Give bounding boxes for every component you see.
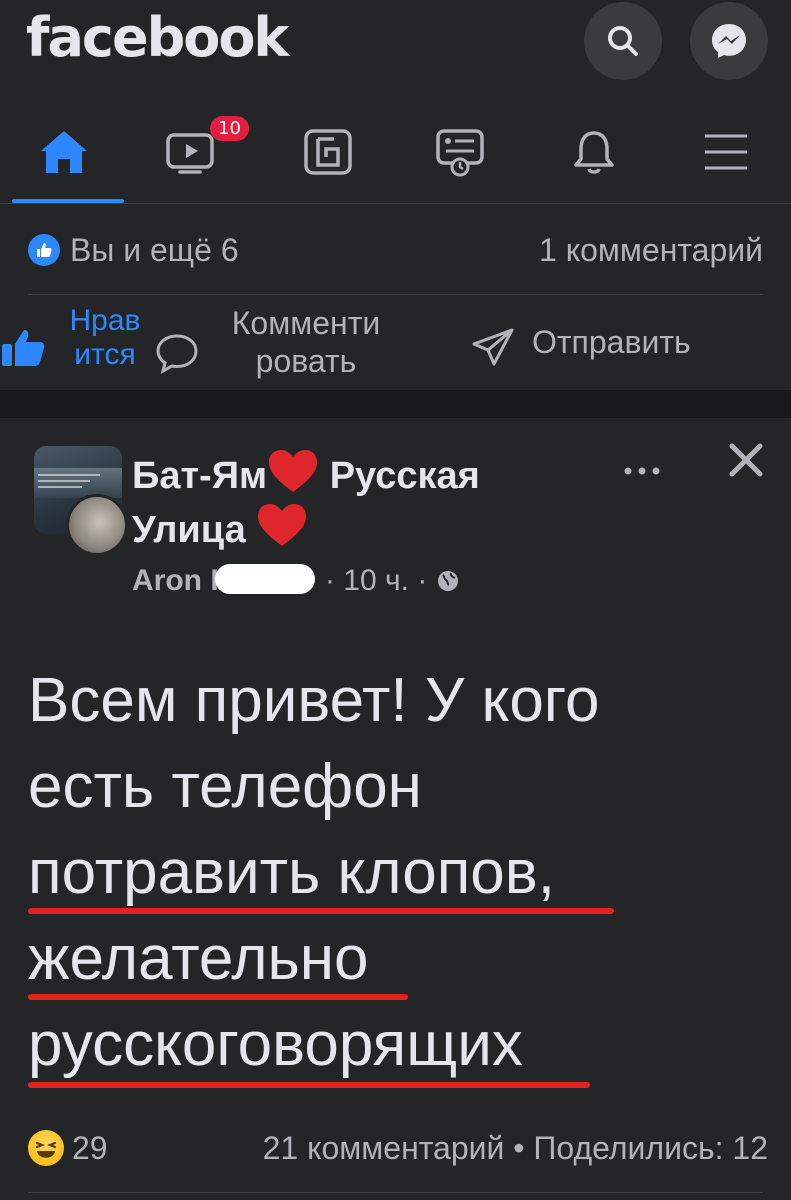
menu-icon (705, 134, 747, 169)
search-icon (608, 26, 638, 56)
post-body: Всем привет! У кого есть телефон потрави… (28, 658, 768, 1088)
share-label: Отправить (532, 324, 691, 360)
laughing-emoji-icon (28, 1130, 64, 1166)
more-dots-icon (624, 467, 660, 475)
divider (28, 1192, 763, 1193)
post-text-line: желательно (28, 916, 768, 1002)
close-icon (729, 443, 763, 477)
reaction-count[interactable]: 29 (72, 1130, 108, 1167)
post-text-line: русскоговорящих (28, 1002, 768, 1088)
search-button[interactable] (584, 2, 662, 80)
like-button[interactable]: Нрав ится (0, 304, 150, 388)
like-label: Нрав ится (69, 304, 141, 371)
send-icon (472, 328, 514, 366)
post-previous: Вы и ещё 6 1 комментарий Нрав ится Комме… (0, 204, 791, 390)
like-icon (2, 330, 45, 366)
tab-watch[interactable]: 10 (132, 100, 252, 203)
like-reaction-icon (28, 234, 60, 266)
tab-pages[interactable] (268, 100, 388, 203)
feed-separator (0, 390, 791, 418)
reaction-count-text[interactable]: Вы и ещё 6 (70, 232, 239, 269)
post-stats: 21 комментарий • Поделились: 12 (263, 1130, 768, 1167)
divider (28, 294, 763, 295)
feed-icon (436, 128, 484, 176)
group-name-link[interactable]: Бат-Ям Русская Улица (132, 448, 592, 556)
heart-emoji-icon (269, 450, 318, 492)
bell-icon (574, 130, 614, 174)
tab-home[interactable] (4, 100, 124, 203)
post-text-line: Всем привет! У кого (28, 666, 600, 735)
messenger-icon (712, 24, 746, 58)
comment-count-link[interactable]: 21 комментарий (263, 1130, 505, 1166)
heart-emoji-icon (258, 504, 307, 546)
comment-count-link[interactable]: 1 комментарий (539, 232, 763, 269)
post-footer: 29 21 комментарий • Поделились: 12 (28, 1130, 768, 1174)
red-underline (28, 1082, 590, 1088)
tab-marketplace[interactable] (400, 100, 520, 203)
post-card: Бат-Ям Русская Улица Aron К · 10 ч. · Вс… (0, 418, 791, 1200)
post-text-line: потравить клопов, (28, 830, 768, 916)
more-options-button[interactable] (622, 450, 662, 484)
post-meta: Aron К · 10 ч. · (132, 564, 460, 598)
home-icon (41, 130, 87, 173)
comment-button[interactable]: Комменти ровать (154, 304, 404, 388)
tab-menu[interactable] (666, 100, 786, 203)
red-underline (28, 908, 614, 914)
redaction-mark (214, 564, 315, 594)
user-avatar[interactable] (66, 494, 128, 556)
post-time[interactable]: · 10 ч. · (325, 564, 427, 597)
share-button[interactable]: Отправить (466, 304, 766, 388)
facebook-logo[interactable]: facebook (26, 6, 289, 69)
pages-icon (304, 128, 352, 175)
red-underline (28, 994, 408, 1000)
comment-label: Комменти ровать (231, 305, 381, 379)
messenger-button[interactable] (690, 2, 768, 80)
comment-icon (156, 334, 198, 374)
globe-icon (437, 571, 458, 591)
hide-post-button[interactable] (726, 440, 766, 480)
top-bar: facebook (0, 0, 791, 100)
reaction-summary: Вы и ещё 6 1 комментарий (28, 232, 763, 272)
avatar-caption-image (38, 474, 100, 488)
tab-notifications[interactable] (534, 100, 654, 203)
share-count-link[interactable]: • Поделились: 12 (513, 1130, 768, 1166)
notification-badge: 10 (210, 116, 249, 141)
nav-bar: 10 (0, 100, 791, 204)
post-text-line: есть телефон (28, 752, 422, 821)
